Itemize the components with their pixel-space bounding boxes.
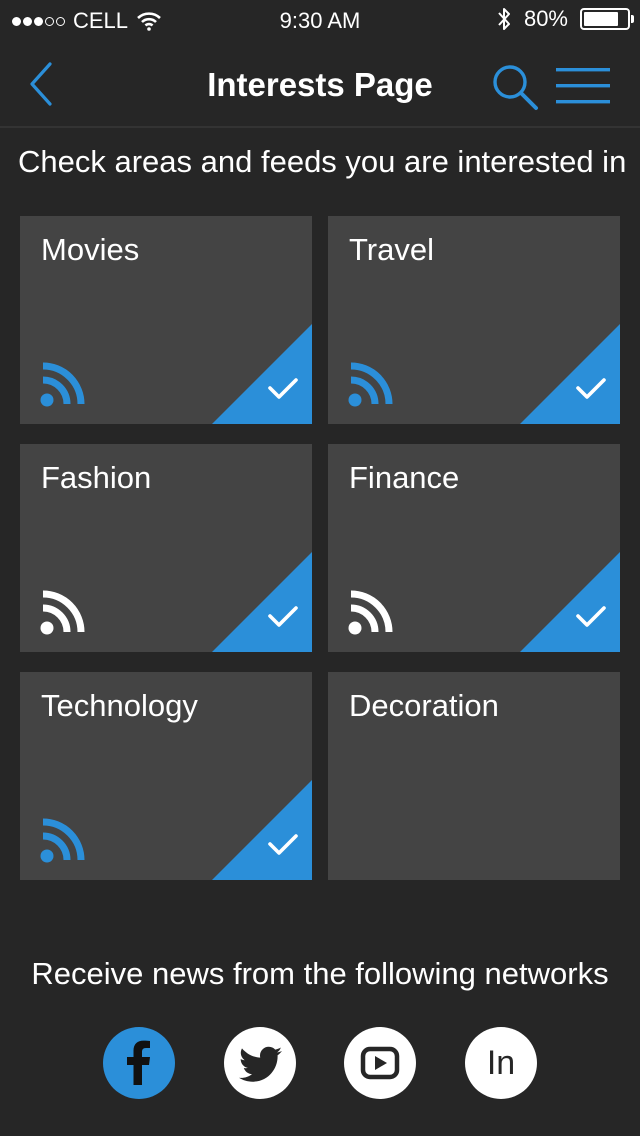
youtube-button[interactable]: [344, 1027, 416, 1099]
rss-feed-icon[interactable]: [348, 361, 394, 407]
interest-tile-movies[interactable]: Movies: [20, 216, 312, 424]
status-right: 80%: [496, 6, 634, 32]
facebook-button[interactable]: [103, 1027, 175, 1099]
menu-button[interactable]: [556, 66, 610, 106]
battery-level: [584, 12, 618, 26]
rss-feed-icon[interactable]: [40, 361, 86, 407]
tile-label: Fashion: [41, 460, 152, 495]
checked-corner-icon: [212, 324, 312, 424]
interest-grid: Movies Travel Fashion Finance Technology…: [20, 216, 620, 880]
battery-percent: 80%: [523, 6, 568, 31]
youtube-icon: [360, 1046, 400, 1080]
twitter-icon: [239, 1046, 282, 1082]
nav-bar: Interests Page: [0, 40, 640, 128]
rss-feed-icon[interactable]: [40, 817, 86, 863]
social-networks: In: [0, 1027, 640, 1099]
interest-tile-travel[interactable]: Travel: [328, 216, 620, 424]
interest-tile-finance[interactable]: Finance: [328, 444, 620, 652]
facebook-icon: [127, 1040, 150, 1085]
linkedin-button[interactable]: In: [465, 1027, 537, 1099]
tile-label: Finance: [349, 460, 460, 495]
linkedin-icon: In: [486, 1044, 516, 1082]
twitter-button[interactable]: [224, 1027, 296, 1099]
interest-tile-technology[interactable]: Technology: [20, 672, 312, 880]
battery-icon: [580, 8, 634, 30]
tile-label: Travel: [349, 232, 434, 267]
checked-corner-icon: [520, 324, 620, 424]
checked-corner-icon: [520, 552, 620, 652]
checked-corner-icon: [212, 780, 312, 880]
page-title: Interests Page: [207, 66, 433, 103]
checked-corner-icon: [212, 552, 312, 652]
tile-label: Movies: [41, 232, 140, 267]
rss-feed-icon[interactable]: [348, 589, 394, 635]
rss-feed-icon[interactable]: [40, 589, 86, 635]
status-bar: CELL 9:30 AM 80%: [0, 0, 640, 40]
tile-label: Technology: [41, 688, 198, 723]
interest-tile-decoration[interactable]: Decoration: [328, 672, 620, 880]
interest-tile-fashion[interactable]: Fashion: [20, 444, 312, 652]
search-button[interactable]: [490, 62, 540, 112]
networks-title: Receive news from the following networks: [31, 956, 609, 991]
bluetooth-icon: [498, 8, 510, 30]
tile-label: Decoration: [349, 688, 499, 723]
instructions-text: Check areas and feeds you are interested…: [18, 144, 627, 179]
